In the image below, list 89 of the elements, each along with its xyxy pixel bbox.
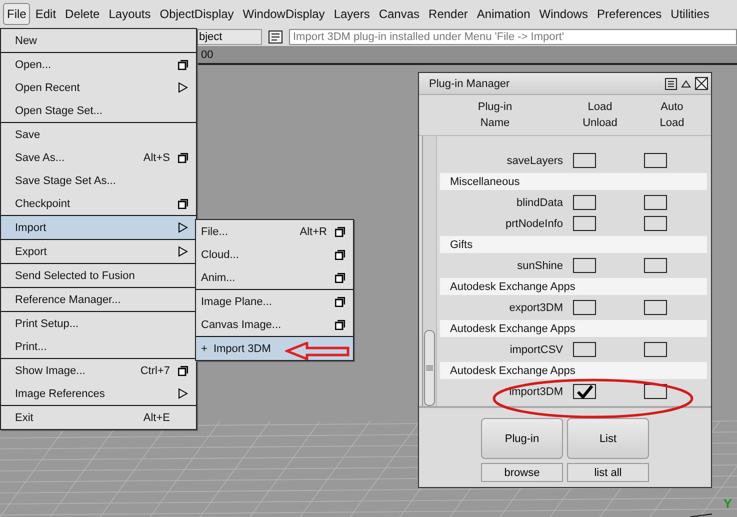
load-checkbox[interactable] [573, 384, 596, 399]
menu-bar-item[interactable]: Layers [330, 3, 374, 25]
big-button[interactable]: List [567, 418, 649, 459]
menu-item[interactable]: Open... [1, 53, 196, 76]
close-icon[interactable] [695, 77, 708, 90]
time-text: 00 [201, 48, 214, 60]
menu-item[interactable]: Print Setup... [1, 312, 196, 335]
option-box-icon[interactable] [335, 320, 345, 330]
menu-bar-item[interactable]: Preferences [592, 3, 666, 25]
menu-bar-item[interactable]: Layouts [104, 3, 155, 25]
option-box-icon[interactable] [335, 226, 345, 236]
plugin-name: blindData [516, 196, 564, 208]
menu-item[interactable]: Exit Alt+E [1, 406, 196, 429]
menu-item[interactable]: Cloud... [196, 243, 353, 266]
menu-item[interactable]: Image Plane... [196, 290, 353, 313]
group-header: Gifts [440, 236, 707, 253]
load-checkbox[interactable] [573, 342, 596, 357]
load-checkbox[interactable] [573, 258, 596, 273]
load-checkbox[interactable] [573, 153, 596, 168]
option-box-icon[interactable] [335, 272, 345, 282]
auto-load-checkbox[interactable] [644, 153, 667, 168]
menu-item[interactable]: Send Selected to Fusion [1, 264, 196, 287]
menu-bar-item[interactable]: Edit [31, 3, 60, 25]
feedback-field[interactable]: Import 3DM plug-in installed under Menu 'File -> Import' [289, 29, 737, 45]
menu-item[interactable]: Import [1, 216, 196, 239]
group-header: Miscellaneous [440, 173, 707, 190]
load-checkbox[interactable] [573, 216, 596, 231]
menu-bar-item[interactable]: Delete [61, 3, 104, 25]
menu-bar-item[interactable]: Windows [535, 3, 592, 25]
menu-bar-item[interactable]: Canvas [374, 3, 424, 25]
plugin-name: export3DM [508, 302, 564, 314]
collapse-icon[interactable] [681, 80, 691, 88]
window-title: Plug-in Manager [429, 78, 510, 90]
menu-item[interactable]: Image References [1, 382, 196, 405]
menu-bar-item[interactable]: WindowDisplay [238, 3, 329, 25]
plugin-name: import3DM [508, 386, 564, 398]
plugin-name: importCSV [508, 344, 564, 356]
menu-item[interactable]: New [1, 29, 196, 52]
load-checkbox[interactable] [573, 300, 596, 315]
menu-item[interactable]: Save As... Alt+S [1, 146, 196, 169]
menu-item[interactable]: Open Recent [1, 76, 196, 99]
menu-bar-item[interactable]: Utilities [666, 3, 714, 25]
menu-bar-item[interactable]: Render [424, 3, 472, 25]
auto-load-checkbox[interactable] [644, 258, 667, 273]
annotation-arrow-drawing [285, 342, 351, 360]
auto-load-checkbox[interactable] [644, 384, 667, 399]
menu-item[interactable]: Open Stage Set... [1, 99, 196, 122]
menu-bar-item[interactable]: Animation [472, 3, 534, 25]
small-button[interactable]: browse [481, 463, 563, 482]
auto-load-checkbox[interactable] [644, 216, 667, 231]
plugin-name: prtNodeInfo [504, 218, 564, 230]
column-header: Plug-in Name [476, 100, 514, 131]
menu-item[interactable]: Show Image... Ctrl+7 [1, 359, 196, 382]
menu-item[interactable]: File... Alt+R [196, 220, 353, 243]
menu-item[interactable]: Save [1, 123, 196, 146]
option-box-icon[interactable] [178, 60, 188, 70]
plugin-name: saveLayers [506, 154, 564, 166]
column-header: Auto Load [658, 100, 686, 131]
auto-load-checkbox[interactable] [644, 195, 667, 210]
menu-bar-item[interactable]: File [3, 3, 30, 25]
axis-label: Y [723, 496, 732, 511]
menu-item[interactable]: Export [1, 240, 196, 263]
column-header: Load Unload [582, 100, 618, 131]
option-box-icon[interactable] [335, 296, 345, 306]
option-box-icon[interactable] [178, 198, 188, 208]
object-field[interactable]: bject [196, 29, 262, 45]
scroll-thumb[interactable] [424, 330, 435, 406]
menu-item[interactable]: Reference Manager... [1, 288, 196, 311]
load-checkbox[interactable] [573, 195, 596, 210]
scrollbar[interactable] [422, 136, 437, 406]
menu-item[interactable]: Checkpoint [1, 192, 196, 215]
option-box-icon[interactable] [178, 152, 188, 162]
group-header: Autodesk Exchange Apps [440, 362, 707, 379]
menu-item[interactable]: Save Stage Set As... [1, 169, 196, 192]
option-box-icon[interactable] [335, 250, 345, 260]
menu-item[interactable]: Anim... [196, 266, 353, 289]
auto-load-checkbox[interactable] [644, 342, 667, 357]
menu-item[interactable]: Canvas Image... [196, 313, 353, 336]
option-box-icon[interactable] [178, 366, 188, 376]
group-header: Autodesk Exchange Apps [440, 278, 707, 295]
big-button[interactable]: Plug-in [481, 418, 563, 459]
auto-load-checkbox[interactable] [644, 300, 667, 315]
menu-bar-item[interactable]: ObjectDisplay [156, 3, 238, 25]
menu-item[interactable]: Print... [1, 335, 196, 358]
script-editor-icon[interactable] [268, 30, 283, 44]
plugin-name: sunShine [516, 260, 564, 272]
menu-icon[interactable] [665, 78, 677, 90]
small-button[interactable]: list all [567, 463, 649, 482]
group-header: Autodesk Exchange Apps [440, 320, 707, 337]
